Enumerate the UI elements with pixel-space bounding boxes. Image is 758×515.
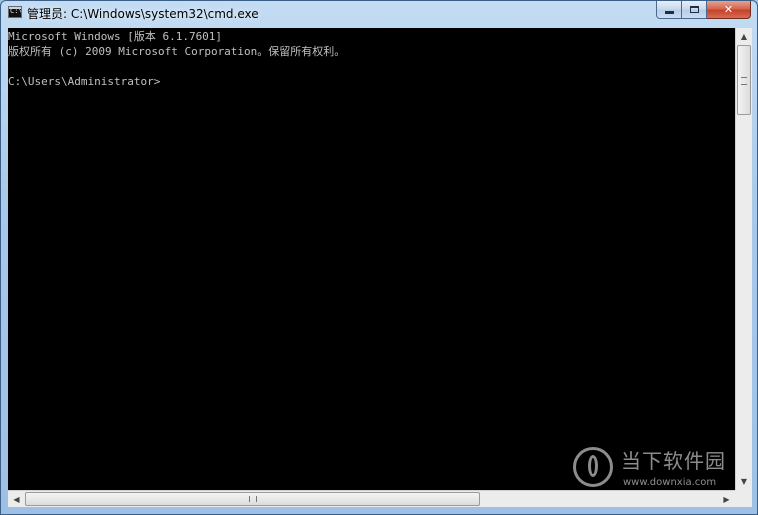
close-icon: ✕ <box>723 3 734 16</box>
console-output[interactable]: Microsoft Windows [版本 6.1.7601] 版权所有 (c)… <box>8 28 735 490</box>
grip-icon <box>249 496 257 502</box>
scroll-left-button[interactable]: ◀ <box>8 491 25 507</box>
vertical-scroll-thumb[interactable] <box>737 45 751 115</box>
title-bar[interactable]: C:\ 管理员: C:\Windows\system32\cmd.exe ✕ <box>1 1 757 26</box>
console-line-version: Microsoft Windows [版本 6.1.7601] <box>8 30 223 43</box>
watermark: 当下软件园 www.downxia.com <box>573 445 743 495</box>
cmd-window: C:\ 管理员: C:\Windows\system32\cmd.exe ✕ M… <box>0 0 758 515</box>
horizontal-scroll-thumb[interactable] <box>25 492 480 506</box>
vertical-scrollbar[interactable]: ▲ ▼ <box>735 28 752 490</box>
close-button[interactable]: ✕ <box>707 1 751 19</box>
maximize-button[interactable] <box>682 1 707 19</box>
window-title: 管理员: C:\Windows\system32\cmd.exe <box>27 7 259 21</box>
watermark-name: 当下软件园 <box>621 449 726 473</box>
caption-buttons: ✕ <box>656 1 751 19</box>
minimize-button[interactable] <box>656 1 682 19</box>
console-prompt[interactable]: C:\Users\Administrator> <box>8 74 735 89</box>
maximize-icon <box>689 6 699 13</box>
scroll-up-button[interactable]: ▲ <box>736 28 752 45</box>
grip-icon <box>741 77 747 85</box>
cmd-console-icon[interactable]: C:\ <box>8 6 22 18</box>
console-line-copyright: 版权所有 (c) 2009 Microsoft Corporation。保留所有… <box>8 45 346 58</box>
watermark-url: www.downxia.com <box>623 477 717 488</box>
watermark-logo-icon <box>573 447 613 487</box>
minimize-icon <box>664 11 674 14</box>
